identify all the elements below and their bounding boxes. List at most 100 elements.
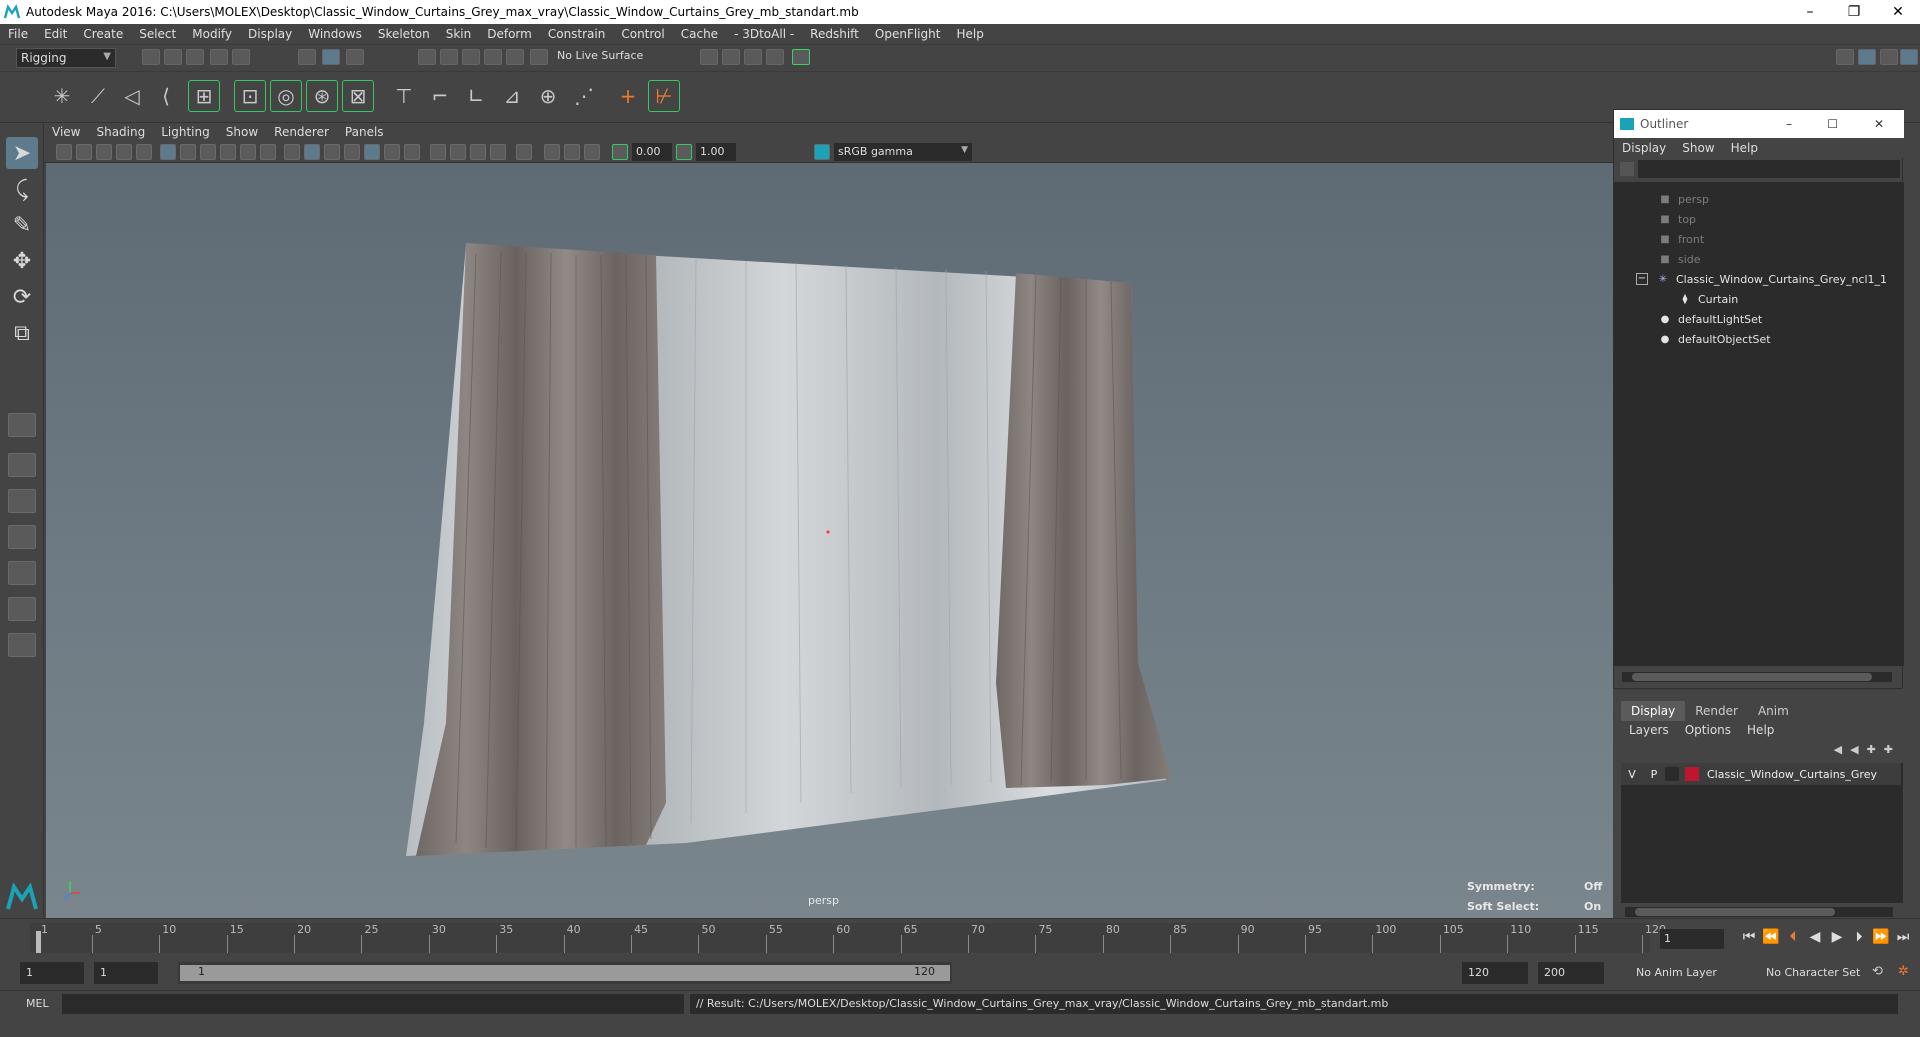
outliner-search-input[interactable] — [1638, 160, 1900, 178]
panel-menu-panels[interactable]: Panels — [337, 125, 392, 139]
layer-horizontal-scrollbar[interactable] — [1625, 907, 1893, 917]
select-hierarchy-icon[interactable] — [298, 49, 316, 65]
new-layer-icon[interactable]: ✚ — [1867, 743, 1876, 756]
save-scene-icon[interactable] — [186, 49, 204, 65]
maya-home-icon[interactable] — [6, 883, 38, 911]
script-language-toggle[interactable]: MEL — [26, 997, 49, 1010]
minimize-button[interactable]: – — [1788, 0, 1832, 24]
point-constraint-icon[interactable]: ⊬ — [648, 80, 680, 112]
modeling-toolkit-icon[interactable] — [1836, 49, 1854, 65]
menu-modify[interactable]: Modify — [184, 27, 240, 41]
panel-menu-view[interactable]: View — [44, 125, 88, 139]
current-frame-field[interactable]: 1 — [1660, 929, 1724, 949]
layer-row[interactable]: V P Classic_Window_Curtains_Grey — [1621, 763, 1901, 785]
outliner-minimize-button[interactable]: – — [1786, 117, 1792, 131]
panel-menu-lighting[interactable]: Lighting — [153, 125, 218, 139]
locator-icon[interactable]: ⊞ — [188, 80, 220, 112]
outliner-maximize-button[interactable]: ☐ — [1827, 117, 1838, 131]
render-view-icon[interactable] — [700, 49, 718, 65]
animation-end-field[interactable]: 200 — [1538, 962, 1604, 984]
channel-box-toggle-icon[interactable] — [1900, 49, 1918, 65]
layout-options-icon[interactable] — [8, 633, 36, 657]
step-back-key-icon[interactable]: ⏪ — [1760, 929, 1782, 949]
2d-pan-zoom-icon[interactable] — [116, 144, 132, 160]
snap-point-icon[interactable] — [462, 49, 480, 65]
grease-pencil-icon[interactable] — [136, 144, 152, 160]
safe-action-icon[interactable] — [260, 144, 276, 160]
outliner-item-group[interactable]: − ✳ Classic_Window_Curtains_Grey_ncl1_1 — [1636, 270, 1887, 288]
near-clip-field[interactable]: 0.00 — [632, 143, 672, 161]
tab-display[interactable]: Display — [1621, 701, 1686, 721]
depth-of-field-icon[interactable] — [490, 144, 506, 160]
outliner-menu-help[interactable]: Help — [1723, 141, 1766, 155]
menu-3dtoall[interactable]: - 3DtoAll - — [726, 27, 802, 41]
preferences-icon[interactable]: ✲ — [1898, 964, 1909, 979]
move-layer-down-icon[interactable]: ◀ — [1850, 743, 1858, 756]
rigid-bind-icon[interactable]: ⊿ — [496, 80, 528, 112]
animation-start-field[interactable]: 1 — [20, 962, 84, 984]
near-clip-icon[interactable] — [612, 144, 628, 160]
menu-control[interactable]: Control — [613, 27, 672, 41]
menu-set-selector[interactable]: Rigging ▼ — [16, 48, 116, 68]
menu-constrain[interactable]: Constrain — [540, 27, 614, 41]
current-time-marker[interactable] — [36, 931, 41, 953]
wireframe-on-shaded-icon[interactable] — [344, 144, 360, 160]
menu-edit[interactable]: Edit — [36, 27, 75, 41]
anti-aliasing-icon[interactable] — [470, 144, 486, 160]
outliner-item-defaultobjectset[interactable]: ● defaultObjectSet — [1658, 330, 1771, 348]
collapse-toggle[interactable]: − — [1636, 273, 1648, 285]
snap-surface-icon[interactable] — [506, 49, 524, 65]
outliner-item-side[interactable]: ■ side — [1658, 250, 1700, 268]
perspective-viewport[interactable]: Symmetry: Off Soft Select: On persp — [46, 163, 1613, 918]
snap-view-icon[interactable] — [484, 49, 502, 65]
ik-spline-icon[interactable]: ⟨ — [150, 80, 182, 112]
resolution-gate-icon[interactable] — [200, 144, 216, 160]
parent-constraint-icon[interactable]: + — [612, 80, 644, 112]
layout-single-icon[interactable] — [8, 413, 36, 437]
select-component-icon[interactable] — [346, 49, 364, 65]
step-forward-frame-icon[interactable]: ⏵ — [1848, 929, 1870, 949]
go-to-start-icon[interactable]: ⏮ — [1738, 929, 1760, 949]
filter-icon[interactable] — [1620, 162, 1634, 176]
range-slider[interactable]: 1 120 — [178, 962, 952, 984]
attribute-editor-toggle-icon[interactable] — [1858, 49, 1876, 65]
open-scene-icon[interactable] — [164, 49, 182, 65]
use-all-lights-icon[interactable] — [384, 144, 400, 160]
motion-blur-icon[interactable] — [450, 144, 466, 160]
menu-help[interactable]: Help — [948, 27, 991, 41]
xray-joints-icon[interactable] — [564, 144, 580, 160]
layout-hypershade-icon[interactable] — [8, 597, 36, 621]
mirror-joint-icon[interactable]: ⊕ — [532, 80, 564, 112]
layers-menu-layers[interactable]: Layers — [1629, 723, 1669, 737]
menu-create[interactable]: Create — [75, 27, 131, 41]
grid-toggle-icon[interactable] — [160, 144, 176, 160]
ik-handle-icon[interactable]: ◁ — [116, 80, 148, 112]
camera-bookmark-icon[interactable] — [76, 144, 92, 160]
color-space-dropdown[interactable]: sRGB gamma ▼ — [834, 143, 972, 161]
tool-settings-toggle-icon[interactable] — [1880, 49, 1898, 65]
far-clip-icon[interactable] — [676, 144, 692, 160]
menu-redshift[interactable]: Redshift — [802, 27, 867, 41]
joint-tool-icon[interactable]: ✳ — [46, 80, 78, 112]
menu-select[interactable]: Select — [131, 27, 184, 41]
xray-icon[interactable] — [544, 144, 560, 160]
menu-cache[interactable]: Cache — [673, 27, 726, 41]
gate-mask-icon[interactable] — [220, 144, 236, 160]
outliner-item-defaultlightset[interactable]: ● defaultLightSet — [1658, 310, 1763, 328]
smooth-bind-icon[interactable]: ∟ — [460, 80, 492, 112]
new-scene-icon[interactable] — [142, 49, 160, 65]
render-frame-icon[interactable] — [722, 49, 740, 65]
outliner-item-top[interactable]: ■ top — [1658, 210, 1696, 228]
ipr-render-icon[interactable] — [744, 49, 762, 65]
undo-icon[interactable] — [210, 49, 228, 65]
character-set-dropdown[interactable]: No Character Set — [1760, 962, 1880, 984]
hypershade-icon[interactable] — [792, 49, 810, 65]
command-input[interactable] — [62, 994, 684, 1014]
panel-menu-shading[interactable]: Shading — [88, 125, 153, 139]
layer-playback-toggle[interactable]: P — [1643, 768, 1665, 781]
insert-joint-icon[interactable]: ⟋ — [82, 80, 114, 112]
new-layer-selected-icon[interactable]: ✚ — [1884, 743, 1893, 756]
redo-icon[interactable] — [232, 49, 250, 65]
outliner-menu-show[interactable]: Show — [1674, 141, 1722, 155]
layers-menu-options[interactable]: Options — [1685, 723, 1731, 737]
